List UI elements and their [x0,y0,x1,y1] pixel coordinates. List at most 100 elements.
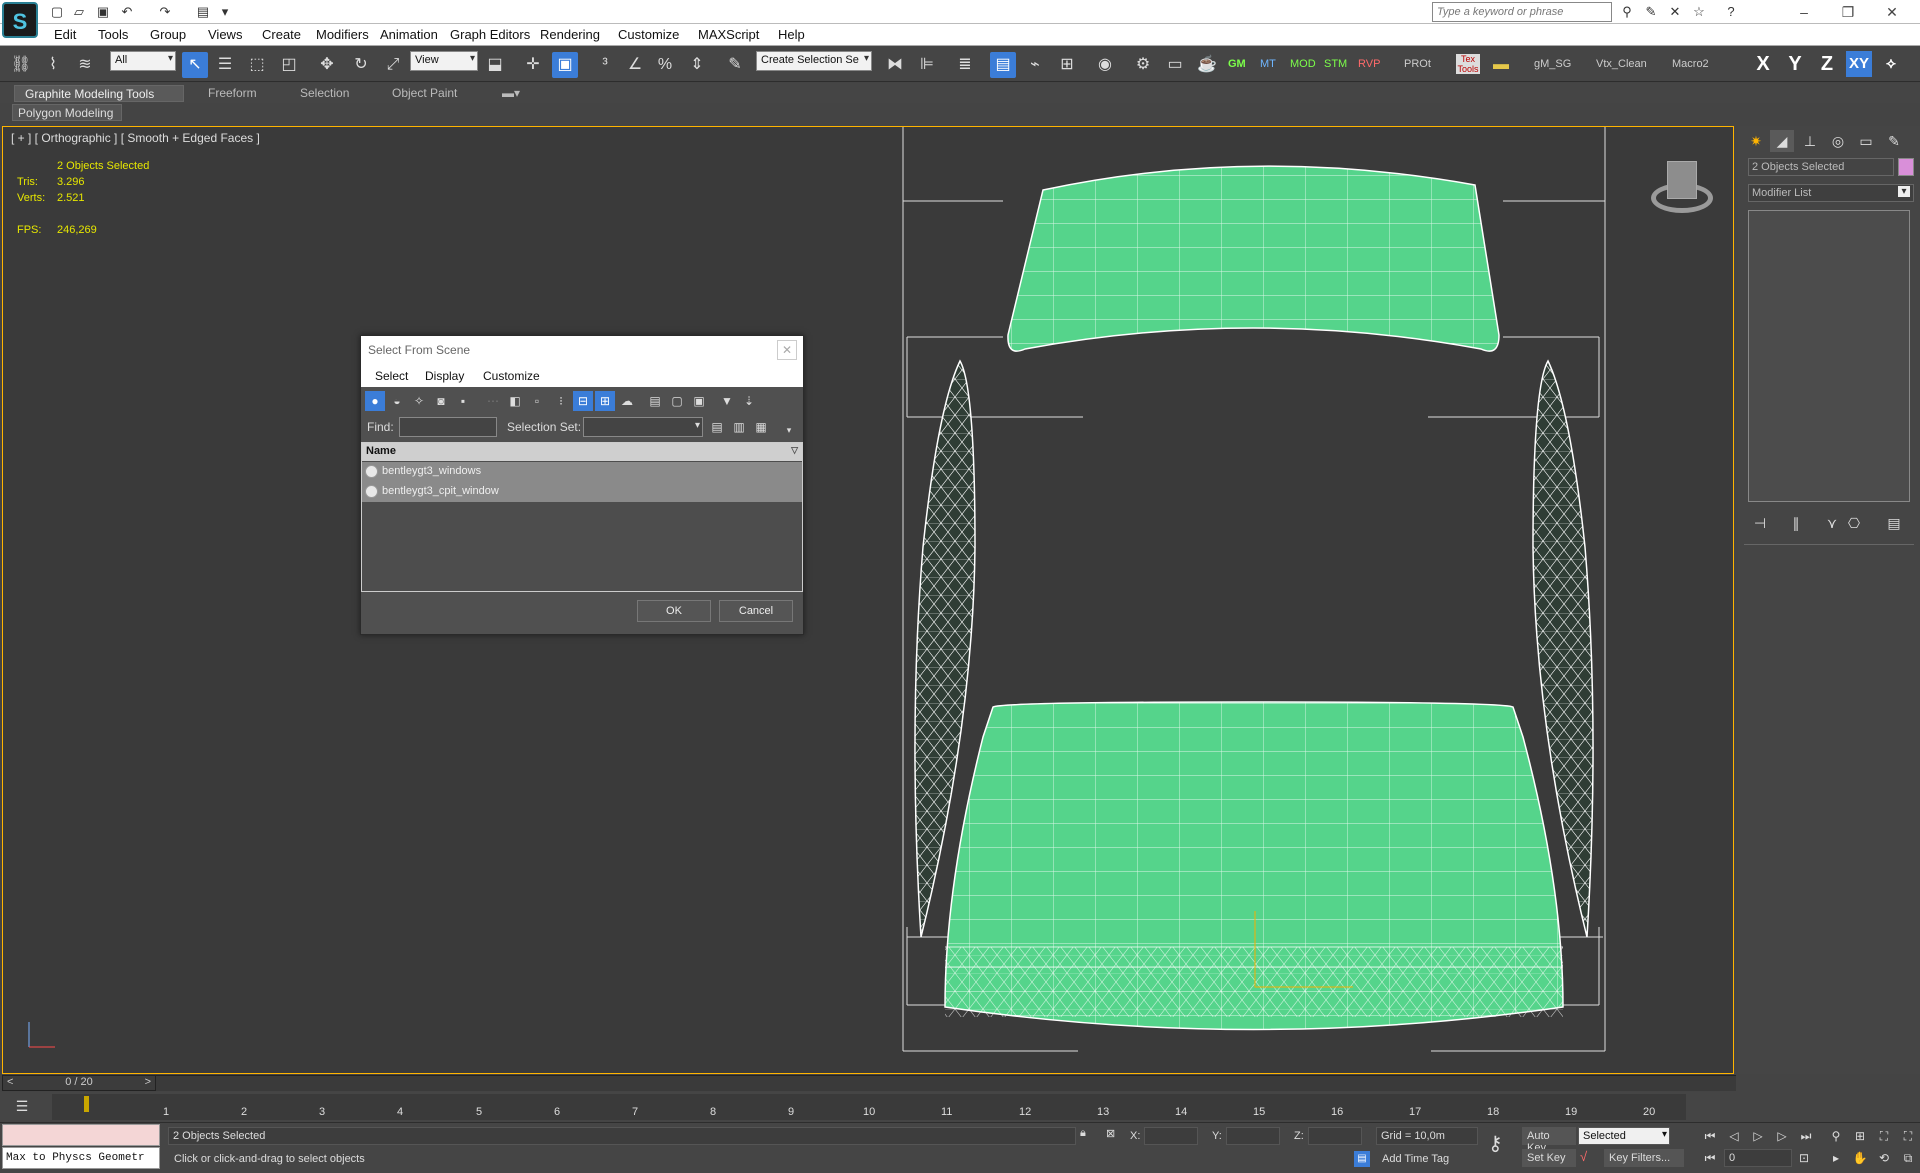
save-icon[interactable]: ▣ [94,3,112,21]
current-frame-marker[interactable] [84,1096,89,1112]
go-to-end-icon[interactable]: ⏭ [1796,1127,1816,1145]
schematic-view-icon[interactable]: ⊞ [1054,52,1080,78]
script-macro2[interactable]: Macro2 [1672,58,1709,70]
find-input[interactable] [399,417,497,437]
zoom-icon[interactable]: ⚲ [1826,1127,1846,1145]
menu-tools[interactable]: Tools [98,27,128,42]
previous-key-icon[interactable]: ◁ [1724,1127,1744,1145]
display-influences-icon[interactable]: ⊞ [595,391,615,411]
dialog-options-icon[interactable]: ▾ [779,420,799,440]
display-cameras-icon[interactable]: ◙ [431,391,451,411]
menu-create[interactable]: Create [262,27,301,42]
display-bones-icon[interactable]: ⁝ [551,391,571,411]
undo-icon[interactable]: ↶ [118,3,136,21]
prev-frame-icon[interactable]: < [7,1076,13,1088]
make-unique-icon[interactable]: ⋎ [1820,512,1844,534]
display-geometry-icon[interactable]: ● [365,391,385,411]
select-invert-icon[interactable]: ▣ [689,391,709,411]
z-coord-field[interactable] [1308,1127,1362,1145]
script-rvp[interactable]: RVP [1358,58,1380,70]
select-none-icon[interactable]: ▢ [667,391,687,411]
axis-cycle-icon[interactable]: ⟡ [1878,51,1904,77]
restore-button[interactable]: ❐ [1830,2,1866,22]
link-icon[interactable]: ⛓ [8,52,34,78]
create-tab-icon[interactable]: ✷ [1744,130,1768,152]
viewport-orthographic[interactable]: [ + ] [ Orthographic ] [ Smooth + Edged … [2,126,1734,1074]
polygon-modeling-panel[interactable]: Polygon Modeling [12,104,122,121]
script-vtx-clean[interactable]: Vtx_Clean [1596,58,1647,70]
set-key-button[interactable]: Set Key [1522,1149,1576,1167]
tab-freeform[interactable]: Freeform [198,85,267,102]
search-input[interactable]: Type a keyword or phrase [1432,2,1612,22]
scene-explorer-icon[interactable]: ▤ [990,52,1016,78]
display-shapes-icon[interactable]: ◒ [387,391,407,411]
key-mode-dropdown[interactable]: Selected ▾ [1578,1127,1670,1145]
selection-filter-dropdown[interactable]: All ▾ [110,51,176,71]
modifier-stack[interactable] [1748,210,1910,502]
menu-group[interactable]: Group [150,27,186,42]
redo-icon[interactable]: ↷ [156,3,174,21]
display-spacewarps-icon[interactable]: ⋯ [483,391,503,411]
mirror-icon[interactable]: ⧓ [882,52,908,78]
filter-icon[interactable]: ▼ [717,391,737,411]
next-frame-icon[interactable]: > [145,1076,151,1088]
utilities-tab-icon[interactable]: ✎ [1882,130,1906,152]
axis-xy-button[interactable]: XY [1846,51,1872,77]
ok-button[interactable]: OK [637,600,711,622]
pan-icon[interactable]: ✋ [1850,1149,1870,1167]
menu-graph-editors[interactable]: Graph Editors [450,27,530,42]
maxscript-mini-listener-output[interactable] [2,1124,160,1146]
time-slider-track[interactable] [156,1075,1736,1091]
select-object-icon[interactable]: ↖ [182,52,208,78]
y-coord-field[interactable] [1226,1127,1280,1145]
create-selection-set-icon[interactable]: ▤ [707,417,727,437]
tab-object-paint[interactable]: Object Paint [382,85,467,102]
select-by-name-icon[interactable]: ☰ [212,52,238,78]
pivot-center-icon[interactable]: ⬓ [482,52,508,78]
maximize-viewport-icon[interactable]: ⧉ [1898,1149,1918,1167]
communication-icon[interactable]: ✕ [1666,3,1684,21]
script-mt[interactable]: MT [1260,58,1276,70]
mini-curve-editor-icon[interactable]: ☰ [8,1098,36,1116]
next-key-icon[interactable]: ▷ [1772,1127,1792,1145]
x-coord-field[interactable] [1144,1127,1198,1145]
favorites-star-icon[interactable]: ☆ [1690,3,1708,21]
script-stm[interactable]: STM [1324,58,1347,70]
close-window-button[interactable]: ✕ [1874,2,1910,22]
script-gm-sg[interactable]: gM_SG [1534,58,1571,70]
select-all-icon[interactable]: ▤ [645,391,665,411]
display-tab-icon[interactable]: ▭ [1854,130,1878,152]
app-logo-button[interactable]: S [2,2,38,38]
zoom-all-icon[interactable]: ⊞ [1850,1127,1870,1145]
help-icon[interactable]: ? [1722,3,1740,21]
key-filter-curve-icon[interactable]: √ [1580,1149,1600,1167]
cancel-button[interactable]: Cancel [719,600,793,622]
object-name-field[interactable]: 2 Objects Selected [1748,158,1894,176]
menu-modifiers[interactable]: Modifiers [316,27,369,42]
curve-editor-icon[interactable]: ⌁ [1022,52,1048,78]
dialog-menu-display[interactable]: Display [425,369,464,383]
unlink-icon[interactable]: ⌇ [40,52,66,78]
align-icon[interactable]: ⊫ [914,52,940,78]
ribbon-options-icon[interactable]: ▬▾ [492,85,530,102]
named-selection-dropdown[interactable]: Create Selection Se ▾ [756,51,872,71]
layer-manager-icon[interactable]: ≣ [952,52,978,78]
display-lights-icon[interactable]: ✧ [409,391,429,411]
selection-set-dropdown[interactable]: ▾ [583,417,703,437]
script-mod[interactable]: MOD [1290,58,1316,70]
menu-edit[interactable]: Edit [54,27,76,42]
render-setup-icon[interactable]: ⚙ [1130,52,1156,78]
hierarchy-tab-icon[interactable]: ⊥ [1798,130,1822,152]
time-slider[interactable]: < 0 / 20 > [2,1075,156,1091]
orbit-icon[interactable]: ⟲ [1874,1149,1894,1167]
go-to-start-icon[interactable]: ⏮ [1700,1127,1720,1145]
menu-maxscript[interactable]: MAXScript [698,27,759,42]
zoom-extents-all-icon[interactable]: ⛶ [1898,1127,1918,1145]
customize-quick-access-icon[interactable]: ▾ [216,3,234,21]
object-list[interactable]: Name ▽ bentleygt3_windows bentleygt3_cpit… [361,442,803,592]
render-teapot-icon[interactable]: ☕ [1194,52,1220,78]
set-key-icon[interactable]: ⚷ [1488,1131,1514,1157]
display-helpers-icon[interactable]: ▪ [453,391,473,411]
menu-customize[interactable]: Customize [618,27,679,42]
auto-key-button[interactable]: Auto Key [1522,1127,1576,1154]
